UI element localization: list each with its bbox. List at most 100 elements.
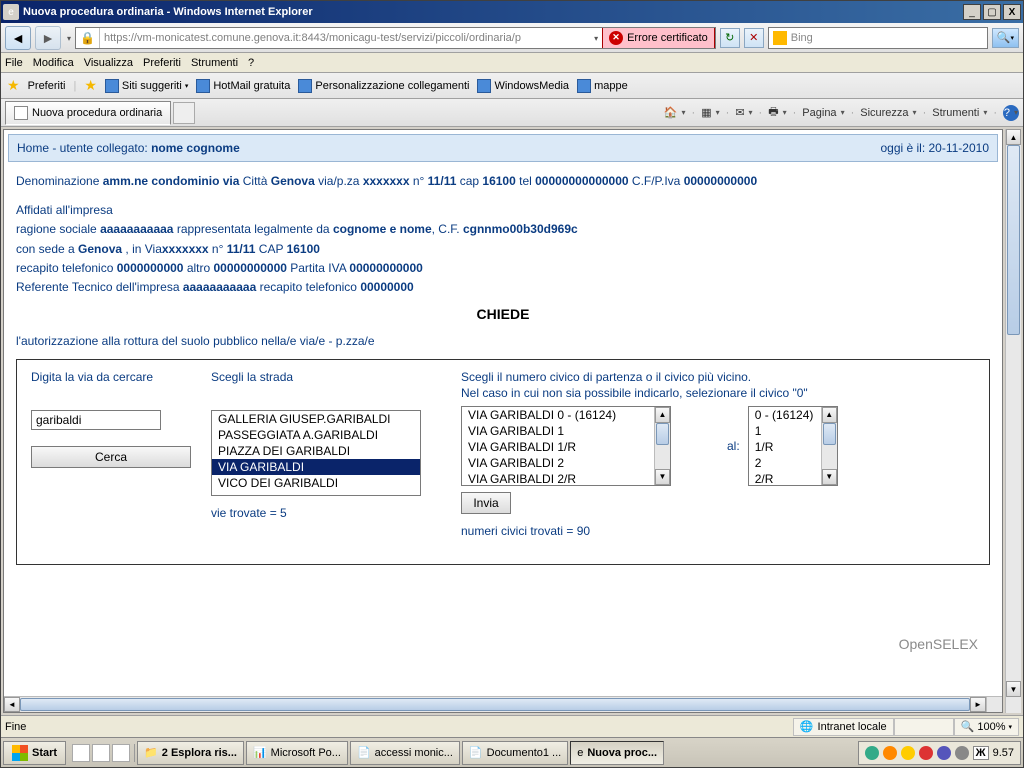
- print-button[interactable]: 🖶: [768, 103, 786, 122]
- street-search-input[interactable]: [31, 410, 161, 430]
- horizontal-scrollbar[interactable]: ◄ ►: [4, 696, 1002, 712]
- menu-file[interactable]: File: [5, 57, 23, 69]
- maximize-button[interactable]: ▢: [983, 4, 1001, 20]
- v-scroll-thumb[interactable]: [1007, 145, 1020, 335]
- brand-label: OpenOpenSELEXSELEX: [899, 636, 978, 652]
- tray-volume-icon[interactable]: [955, 746, 969, 760]
- civic-option[interactable]: 2/R: [749, 471, 821, 486]
- scroll-down-icon[interactable]: ▼: [1006, 681, 1021, 697]
- clock[interactable]: 9.57: [993, 747, 1014, 759]
- close-button[interactable]: X: [1003, 4, 1021, 20]
- scroll-down-icon[interactable]: ▼: [822, 469, 837, 485]
- fav-windowsmedia[interactable]: WindowsMedia: [477, 79, 569, 93]
- ql-ie-icon[interactable]: [72, 744, 90, 762]
- mail-button[interactable]: ✉: [735, 106, 752, 119]
- nav-history-dropdown[interactable]: [65, 32, 71, 44]
- menu-bar: File Modifica Visualizza Preferiti Strum…: [1, 53, 1023, 73]
- vertical-scrollbar[interactable]: ▲ ▼: [1005, 129, 1021, 713]
- h-scroll-thumb[interactable]: [20, 698, 970, 711]
- scroll-left-icon[interactable]: ◄: [4, 697, 20, 712]
- scroll-thumb[interactable]: [656, 423, 669, 445]
- task-explorer[interactable]: 📁2 Esplora ris...: [137, 741, 244, 765]
- scroll-right-icon[interactable]: ►: [970, 697, 986, 712]
- civic-option[interactable]: VIA GARIBALDI 1: [462, 423, 654, 439]
- add-favorite-icon[interactable]: ★: [84, 77, 97, 94]
- tray-icon[interactable]: [883, 746, 897, 760]
- civic-option[interactable]: VIA GARIBALDI 2/R: [462, 471, 654, 486]
- fav-personalizzazione[interactable]: Personalizzazione collegamenti: [298, 79, 469, 93]
- menu-tools[interactable]: Strumenti: [191, 57, 238, 69]
- street-option-selected[interactable]: VIA GARIBALDI: [212, 459, 420, 475]
- scroll-thumb[interactable]: [823, 423, 836, 445]
- civic-option[interactable]: 1/R: [749, 439, 821, 455]
- street-option[interactable]: VICO DEI GARIBALDI: [212, 475, 420, 491]
- civic-from-listbox[interactable]: VIA GARIBALDI 0 - (16124) VIA GARIBALDI …: [461, 406, 671, 486]
- fav-siti-suggeriti[interactable]: Siti suggeriti▾: [105, 79, 188, 93]
- menu-edit[interactable]: Modifica: [33, 57, 74, 69]
- tools-menu[interactable]: Strumenti: [932, 107, 987, 119]
- stop-button[interactable]: ✕: [744, 28, 764, 48]
- tray-icon[interactable]: [865, 746, 879, 760]
- help-button[interactable]: ?: [1003, 105, 1019, 121]
- home-link[interactable]: Home - utente collegato:: [17, 141, 148, 155]
- street-option[interactable]: GALLERIA GIUSEP.GARIBALDI: [212, 411, 420, 427]
- task-word-2[interactable]: 📄Documento1 ...: [462, 741, 568, 765]
- page-menu[interactable]: Pagina: [802, 107, 844, 119]
- address-bar[interactable]: 🔒 https://vm-monicatest.comune.genova.it…: [75, 27, 716, 49]
- street-listbox[interactable]: GALLERIA GIUSEP.GARIBALDI PASSEGGIATA A.…: [211, 410, 421, 496]
- fav-mappe[interactable]: mappe: [577, 79, 628, 93]
- street-option[interactable]: PASSEGGIATA A.GARIBALDI: [212, 427, 420, 443]
- task-powerpoint[interactable]: 📊Microsoft Po...: [246, 741, 348, 765]
- civic-option[interactable]: VIA GARIBALDI 1/R: [462, 439, 654, 455]
- cert-error-label: Errore certificato: [627, 32, 708, 44]
- ql-desktop-icon[interactable]: [92, 744, 110, 762]
- back-button[interactable]: ◄: [5, 26, 31, 50]
- feeds-button[interactable]: ▦: [701, 106, 719, 119]
- url-text[interactable]: https://vm-monicatest.comune.genova.it:8…: [100, 32, 588, 44]
- civic-option[interactable]: VIA GARIBALDI 0 - (16124): [462, 407, 654, 423]
- numeri-trovati-label: numeri civici trovati = 90: [461, 524, 975, 538]
- search-button[interactable]: 🔍▾: [992, 28, 1019, 48]
- task-ie-active[interactable]: eNuova proc...: [570, 741, 664, 765]
- certificate-error[interactable]: ✕ Errore certificato: [602, 28, 715, 48]
- scroll-up-icon[interactable]: ▲: [655, 407, 670, 423]
- scroll-up-icon[interactable]: ▲: [1006, 129, 1021, 145]
- browser-tab[interactable]: Nuova procedura ordinaria: [5, 101, 171, 125]
- quick-launch: [68, 744, 135, 762]
- favorites-star-icon[interactable]: ★: [7, 77, 20, 94]
- civic-option[interactable]: VIA GARIBALDI 2: [462, 455, 654, 471]
- minimize-button[interactable]: _: [963, 4, 981, 20]
- listbox-scrollbar[interactable]: ▲ ▼: [821, 407, 837, 485]
- menu-view[interactable]: Visualizza: [84, 57, 133, 69]
- invia-button[interactable]: Invia: [461, 492, 511, 514]
- start-button[interactable]: Start: [3, 741, 66, 765]
- cerca-button[interactable]: Cerca: [31, 446, 191, 468]
- tray-smiley-icon[interactable]: [901, 746, 915, 760]
- favorites-label[interactable]: Preferiti: [28, 80, 66, 92]
- scroll-up-icon[interactable]: ▲: [822, 407, 837, 423]
- forward-button[interactable]: ►: [35, 26, 61, 50]
- scroll-down-icon[interactable]: ▼: [655, 469, 670, 485]
- civic-option[interactable]: 2: [749, 455, 821, 471]
- tray-av-icon[interactable]: Ж: [973, 746, 989, 760]
- search-box[interactable]: Bing: [768, 27, 988, 49]
- menu-favorites[interactable]: Preferiti: [143, 57, 181, 69]
- new-tab-button[interactable]: [173, 102, 195, 124]
- task-word-1[interactable]: 📄accessi monic...: [350, 741, 460, 765]
- ql-outlook-icon[interactable]: [112, 744, 130, 762]
- al-label: al:: [727, 439, 740, 453]
- menu-help[interactable]: ?: [248, 57, 254, 69]
- url-dropdown[interactable]: [588, 32, 602, 44]
- refresh-button[interactable]: ↻: [720, 28, 740, 48]
- civic-option[interactable]: 1: [749, 423, 821, 439]
- tray-icon[interactable]: [919, 746, 933, 760]
- tray-icon[interactable]: [937, 746, 951, 760]
- street-option[interactable]: PIAZZA DEI GARIBALDI: [212, 443, 420, 459]
- civic-to-listbox[interactable]: 0 - (16124) 1 1/R 2 2/R ▲ ▼: [748, 406, 838, 486]
- zoom-level[interactable]: 🔍 100% ▾: [954, 718, 1019, 736]
- fav-hotmail[interactable]: HotMail gratuita: [196, 79, 290, 93]
- civic-option[interactable]: 0 - (16124): [749, 407, 821, 423]
- safety-menu[interactable]: Sicurezza: [860, 107, 916, 119]
- listbox-scrollbar[interactable]: ▲ ▼: [654, 407, 670, 485]
- home-button[interactable]: 🏠: [664, 106, 686, 119]
